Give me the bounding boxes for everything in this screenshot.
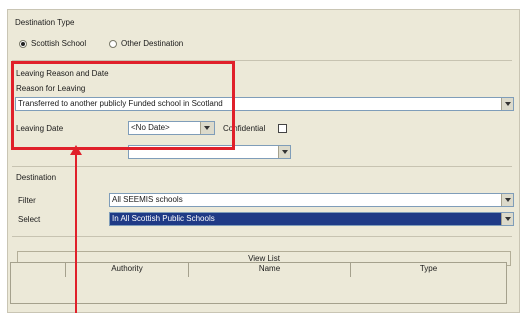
column-type[interactable]: Type (351, 263, 506, 277)
destination-grid: Authority Name Type (10, 262, 507, 304)
chevron-down-icon[interactable] (501, 194, 513, 206)
grid-header: Authority Name Type (11, 263, 506, 277)
filter-label: Filter (18, 196, 36, 205)
school-select[interactable]: In All Scottish Public Schools (109, 212, 514, 226)
destination-heading: Destination (16, 173, 57, 182)
separator (12, 166, 512, 167)
scottish-school-radio[interactable] (19, 40, 27, 48)
select-label: Select (18, 215, 41, 224)
chevron-down-icon[interactable] (501, 213, 513, 225)
arrow-line (75, 150, 77, 313)
other-destination-radio[interactable] (109, 40, 117, 48)
separator (12, 236, 512, 237)
scottish-school-label[interactable]: Scottish School (31, 39, 86, 48)
confidential-checkbox[interactable] (278, 124, 287, 133)
arrow-head-icon (70, 145, 82, 155)
destination-type-heading: Destination Type (15, 18, 75, 27)
chevron-down-icon[interactable] (501, 98, 513, 110)
filter-value: All SEEMIS schools (112, 195, 183, 204)
filter-select[interactable]: All SEEMIS schools (109, 193, 514, 207)
grid-header-blank (11, 263, 66, 277)
other-destination-label[interactable]: Other Destination (121, 39, 183, 48)
school-select-value: In All Scottish Public Schools (112, 214, 215, 223)
chevron-down-icon[interactable] (278, 146, 290, 158)
column-authority[interactable]: Authority (66, 263, 189, 277)
column-name[interactable]: Name (189, 263, 351, 277)
highlight-box (11, 61, 235, 150)
